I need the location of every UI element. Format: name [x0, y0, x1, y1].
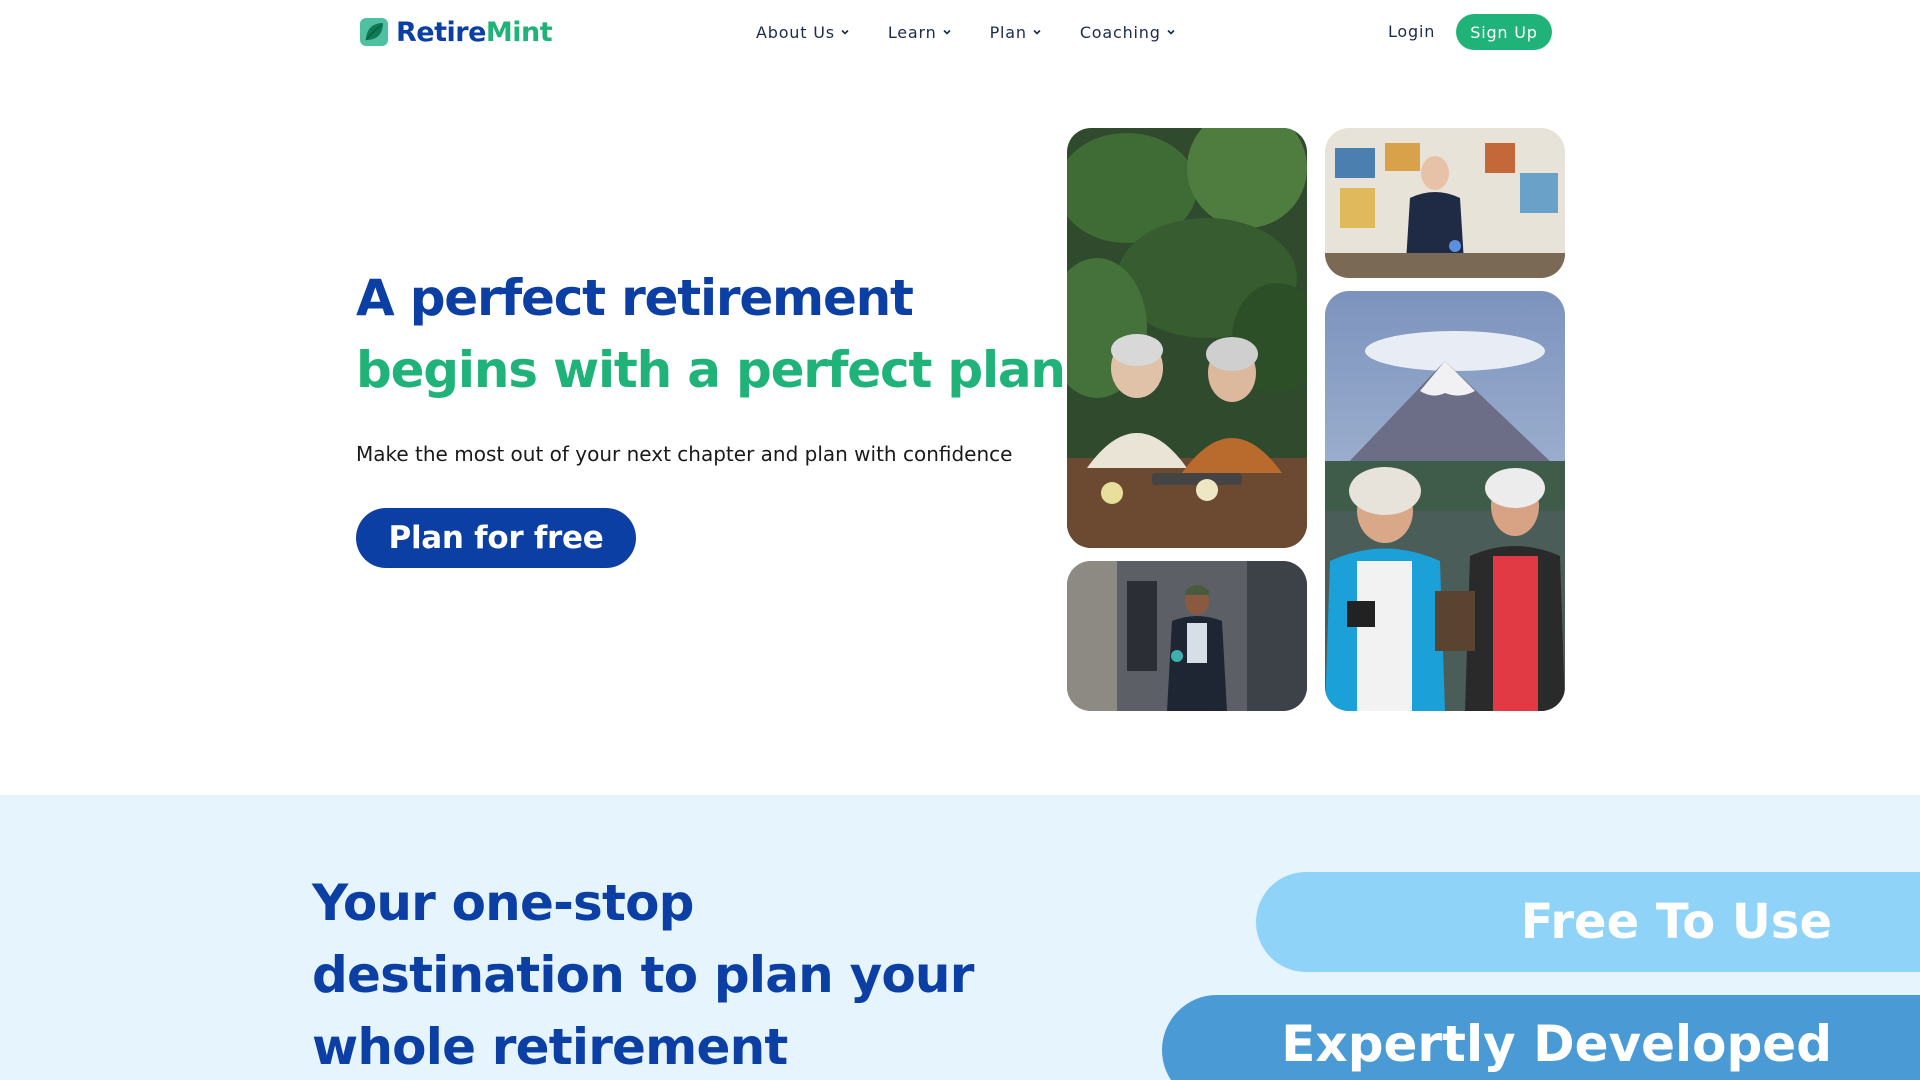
features-title-line2: destination to plan your: [312, 946, 974, 1004]
menu-item-coaching[interactable]: Coaching: [1080, 20, 1176, 44]
chevron-down-icon: [942, 29, 951, 35]
chevron-down-icon: [841, 29, 849, 35]
features-section: Your one-stop destination to plan your w…: [0, 795, 1920, 1080]
hero-title-line2: begins with a perfect plan: [356, 341, 1066, 399]
feature-pill-free-to-use: Free To Use: [1256, 872, 1920, 972]
chevron-down-icon: [1167, 29, 1175, 35]
login-link[interactable]: Login: [1388, 20, 1435, 44]
leaf-logo-icon: [360, 18, 388, 46]
brand-name-part1: Retire: [396, 16, 486, 48]
menu-item-label: Plan: [989, 22, 1027, 42]
man-painting-studio-photo: [1325, 128, 1565, 278]
menu-item-label: Learn: [887, 22, 937, 42]
menu-item-label: About Us: [756, 22, 835, 42]
plan-for-free-button[interactable]: Plan for free: [356, 508, 636, 568]
menu-item-learn[interactable]: Learn: [888, 20, 952, 44]
feature-pill-label: Free To Use: [1520, 894, 1832, 950]
sign-up-button[interactable]: Sign Up: [1456, 14, 1552, 50]
man-walking-city-photo: [1067, 561, 1307, 711]
hero-title: A perfect retirement begins with a perfe…: [356, 262, 1066, 406]
features-title: Your one-stop destination to plan your w…: [312, 867, 974, 1080]
chevron-down-icon: [1033, 29, 1041, 35]
two-men-mountain-lake-photo: [1325, 291, 1565, 711]
main-menu: About Us Learn Plan Coaching: [756, 20, 1214, 44]
feature-pill-expertly-developed: Expertly Developed: [1162, 995, 1920, 1080]
logo[interactable]: RetireMint: [360, 16, 553, 48]
hero-subtitle: Make the most out of your next chapter a…: [356, 442, 1013, 466]
features-title-line1: Your one-stop: [312, 874, 694, 932]
menu-item-plan[interactable]: Plan: [990, 20, 1042, 44]
menu-item-label: Coaching: [1079, 22, 1161, 42]
brand-name-part2: Mint: [485, 16, 553, 48]
top-navigation: RetireMint About Us Learn Plan Coaching …: [0, 0, 1920, 64]
feature-pill-label: Expertly Developed: [1281, 1015, 1832, 1073]
features-title-line3: whole retirement: [312, 1018, 788, 1076]
hero-title-line1: A perfect retirement: [356, 269, 914, 327]
couple-with-coffee-photo: [1067, 128, 1307, 548]
menu-item-about-us[interactable]: About Us: [756, 20, 850, 44]
brand-name: RetireMint: [396, 16, 553, 48]
